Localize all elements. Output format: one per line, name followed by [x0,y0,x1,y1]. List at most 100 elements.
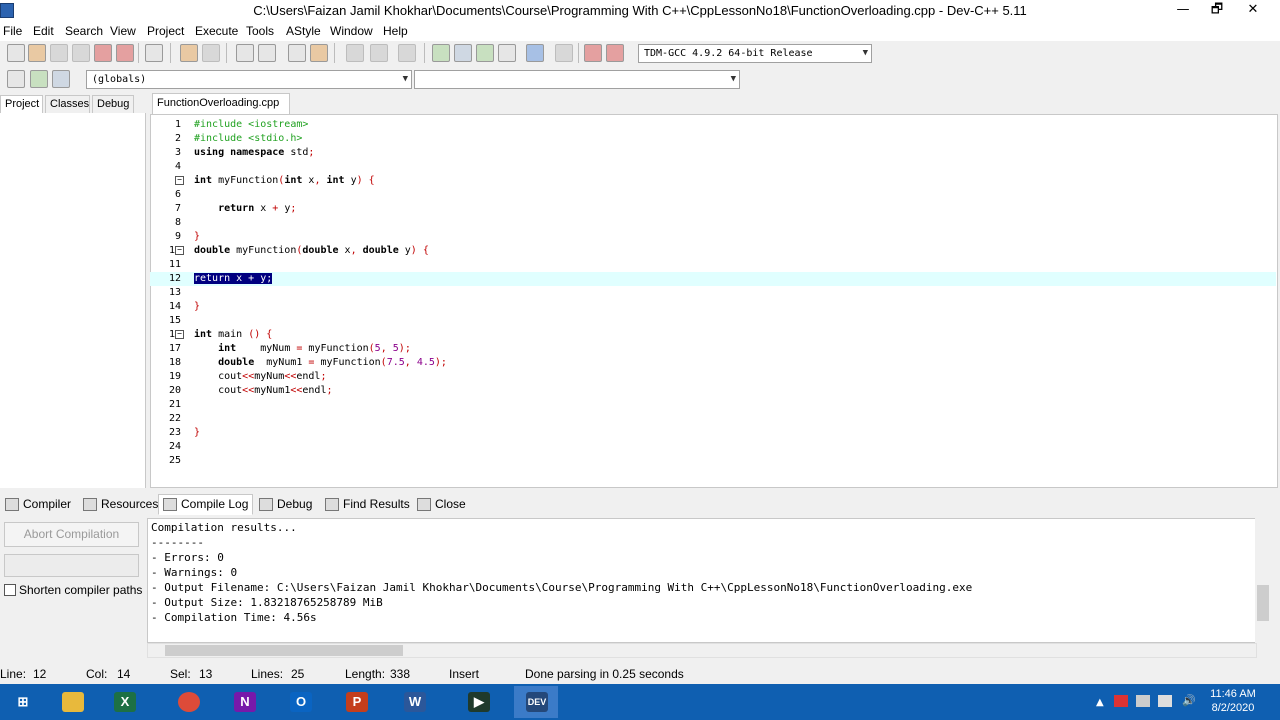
unindent-icon[interactable] [370,44,388,62]
goto-line-icon[interactable] [288,44,306,62]
run-icon[interactable] [454,44,472,62]
status-sel-label: Sel: [170,667,191,681]
editor-tab-file[interactable]: FunctionOverloading.cpp [152,93,290,114]
rebuild-all-icon[interactable] [498,44,516,62]
log-line: - Compilation Time: 4.56s [151,611,317,624]
tab-resources[interactable]: Resources [78,494,163,515]
compile-icon[interactable] [432,44,450,62]
tray-volume-icon[interactable]: 🔊 [1182,694,1196,707]
save-icon[interactable] [50,44,68,62]
onenote-icon: N [234,692,256,712]
taskbar-excel[interactable]: X [102,686,146,718]
project-browser[interactable] [0,113,146,488]
profile-icon[interactable] [584,44,602,62]
start-button[interactable]: ⊞ [0,686,44,718]
window-title: C:\Users\Faizan Jamil Khokhar\Documents\… [253,3,1027,18]
tray-antivirus-icon[interactable] [1114,695,1128,707]
code-line: 3 using namespace std; [174,147,315,158]
word-icon: W [404,692,426,712]
menu-execute[interactable]: Execute [195,24,238,38]
taskbar-chrome[interactable] [166,686,210,718]
status-lines-value: 25 [291,667,305,681]
taskbar-kinemaster[interactable]: ▶ [456,686,500,718]
new-file-icon[interactable] [7,44,25,62]
tray-security-icon[interactable] [1136,695,1150,707]
fold-toggle-icon[interactable]: − [175,330,184,339]
code-line: 17 int myNum = myFunction(5, 5); [168,343,411,354]
tab-classes[interactable]: Classes [45,95,90,114]
goto-function-icon[interactable] [310,44,328,62]
fold-toggle-icon[interactable]: − [175,176,184,185]
taskbar-file-explorer[interactable] [50,686,94,718]
close-button[interactable]: ✕ [1230,0,1276,22]
members-select[interactable]: ▼ [414,70,740,89]
stop-execution-icon[interactable] [555,44,573,62]
compile-progress-bar [4,554,139,577]
menu-view[interactable]: View [110,24,136,38]
taskbar-clock[interactable]: 11:46 AM 8/2/2020 [1200,687,1266,715]
code-line: 9} [174,231,201,242]
menu-edit[interactable]: Edit [33,24,54,38]
tab-compiler[interactable]: Compiler [0,494,76,515]
status-col-value: 14 [117,667,131,681]
close-file-icon[interactable] [94,44,112,62]
menu-project[interactable]: Project [147,24,184,38]
syntax-check-icon[interactable] [526,44,544,62]
compile-run-icon[interactable] [476,44,494,62]
abort-compilation-button[interactable]: Abort Compilation [4,522,139,547]
resources-icon [83,498,97,511]
taskbar-devcpp[interactable]: DEV [514,686,558,718]
compiler-select[interactable]: TDM-GCC 4.9.2 64-bit Release ▼ [638,44,872,63]
log-vertical-scrollbar[interactable] [1255,518,1271,643]
status-line-label: Line: [0,667,27,681]
code-line: 13 [168,287,181,298]
undo-icon[interactable] [180,44,198,62]
tab-project[interactable]: Project [0,95,43,114]
status-message: Done parsing in 0.25 seconds [525,667,684,681]
save-all-icon[interactable] [72,44,90,62]
redo-icon[interactable] [202,44,220,62]
menu-search[interactable]: Search [65,24,103,38]
devcpp-icon: DEV [526,692,548,712]
menu-file[interactable]: File [3,24,22,38]
close-all-icon[interactable] [116,44,134,62]
taskbar-onenote[interactable]: N [222,686,266,718]
print-icon[interactable] [145,44,163,62]
toolbar-separator [226,43,227,63]
taskbar-word[interactable]: W [392,686,436,718]
tray-overflow-icon[interactable]: ▲ [1096,697,1104,708]
taskbar-powerpoint[interactable]: P [334,686,378,718]
menu-tools[interactable]: Tools [246,24,274,38]
insert-icon[interactable] [30,70,48,88]
toggle-comment-icon[interactable] [398,44,416,62]
menu-bar [0,22,1280,41]
new-class-icon[interactable] [7,70,25,88]
menu-astyle[interactable]: AStyle [286,24,321,38]
chevron-down-icon: ▼ [862,48,868,58]
status-mode: Insert [449,667,480,681]
tab-compile-log[interactable]: Compile Log [158,494,254,515]
tab-debug-label: Debug [277,497,313,511]
bookmark-icon[interactable] [52,70,70,88]
taskbar-outlook[interactable]: O [278,686,322,718]
tab-find-results[interactable]: Find Results [320,494,415,515]
find-icon[interactable] [236,44,254,62]
replace-icon[interactable] [258,44,276,62]
tab-close[interactable]: Close [412,494,471,515]
status-length-label: Length: [345,667,386,681]
indent-icon[interactable] [346,44,364,62]
shorten-paths-checkbox[interactable] [4,584,16,596]
menu-help[interactable]: Help [383,24,408,38]
tray-network-icon[interactable] [1158,695,1172,707]
log-vertical-scroll-thumb[interactable] [1257,585,1269,621]
menu-window[interactable]: Window [330,24,373,38]
log-horizontal-scroll-thumb[interactable] [165,645,403,656]
tab-debug[interactable]: Debug [92,95,134,114]
tab-debug-bottom[interactable]: Debug [254,494,317,515]
code-line: 25 [168,455,181,466]
toolbar-separator [424,43,425,63]
delete-profile-icon[interactable] [606,44,624,62]
open-file-icon[interactable] [28,44,46,62]
globals-select[interactable]: (globals) ▼ [86,70,412,89]
fold-toggle-icon[interactable]: − [175,246,184,255]
